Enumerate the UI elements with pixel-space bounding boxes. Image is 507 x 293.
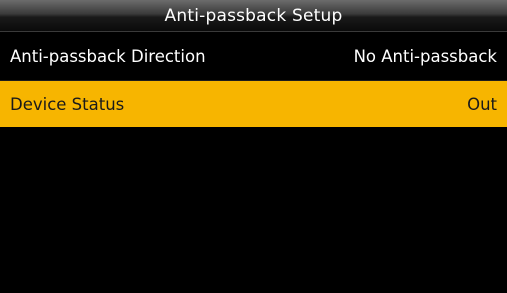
title-bar: Anti-passback Setup [0,0,507,32]
device-screen: Anti-passback Setup Anti-passback Direct… [0,0,507,293]
menu-item-label: Anti-passback Direction [10,47,206,66]
menu-item-value: Out [467,94,497,114]
menu-item-value: No Anti-passback [353,47,497,66]
menu-item-label: Device Status [10,94,125,114]
page-title: Anti-passback Setup [164,5,343,26]
menu-item-anti-passback-direction[interactable]: Anti-passback Direction No Anti-passback [0,32,507,81]
menu-item-device-status[interactable]: Device Status Out [0,81,507,127]
empty-list-area [0,127,507,293]
